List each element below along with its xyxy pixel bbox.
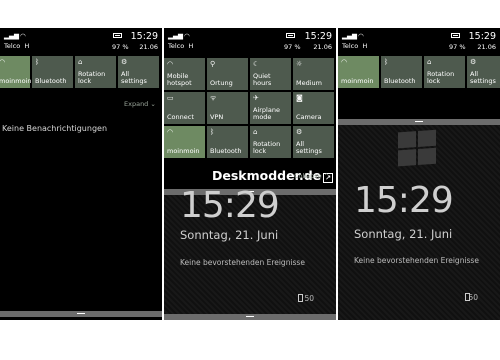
wifi-status-icon: ◠ [20,32,26,40]
no-notifications-text: Keine Benachrichtigungen [2,124,108,133]
action-center-lock: ▂▄▆ Telco H ◠ 15:29 97 % 21.06 ◠ moinmoi… [338,28,500,320]
battery-icon [298,294,303,302]
vpn-icon: ᯤ [210,94,217,102]
lock-battery: 50 [468,293,478,302]
signal-icon: ▂▄▆ [4,32,19,40]
tile-quiet-hours[interactable]: ☾ Quiet hours [250,58,291,90]
status-bar: ▂▄▆ Telco H ◠ 15:29 97 % 21.06 [164,28,336,54]
wifi-status-icon: ◠ [184,32,190,40]
action-center-collapsed: ▂▄▆ Telco H ◠ 15:29 97 % 21.06 ◠ moinmoi… [0,28,162,320]
clock: 15:29 [468,31,496,42]
battery-icon [113,33,122,38]
tile-rotation-lock[interactable]: ⌂ Rotation lock [424,56,465,88]
tile-bluetooth[interactable]: ᛒ Bluetooth [207,126,248,158]
airplane-icon: ✈ [253,94,259,102]
wifi-icon: ◠ [0,58,6,66]
camera-icon: ◙ [296,94,303,102]
tile-bluetooth[interactable]: ᛒ Bluetooth [32,56,73,88]
clock: 15:29 [304,31,332,42]
tile-mobile-hotspot[interactable]: ◠ Mobile hotspot [164,58,205,90]
tile-bluetooth[interactable]: ᛒ Bluetooth [381,56,422,88]
status-bar: ▂▄▆ Telco H ◠ 15:29 97 % 21.06 [0,28,162,54]
gear-icon: ⚙ [121,58,128,66]
tile-connect[interactable]: ▭ Connect [164,92,205,124]
battery-percent: 97 % [112,43,129,51]
chevron-down-icon: ⌄ [150,100,156,108]
lock-time: 15:29 [354,180,454,221]
battery-percent: 97 % [449,43,466,51]
battery-percent: 97 % [284,43,301,51]
clock: 15:29 [130,31,158,42]
chevron-up-icon: ⌃ [323,172,330,180]
lock-time: 15:29 [180,185,280,226]
lock-events: Keine bevorstehenden Ereignisse [354,256,479,265]
lock-day: Sonntag, 21. Juni [354,227,453,241]
lock-battery: 50 [304,294,314,303]
rotation-lock-icon: ⌂ [427,58,432,66]
wifi-icon: ◠ [167,128,174,136]
drag-handle[interactable] [164,314,336,320]
tile-wifi[interactable]: ◠ moinmoin [338,56,379,88]
action-center-expanded: ▂▄▆ Telco H ◠ 15:29 97 % 21.06 ◠ Mobile … [164,28,336,320]
lock-screen-preview: 15:29 Sonntag, 21. Juni Keine bevorstehe… [338,125,500,320]
lock-events: Keine bevorstehenden Ereignisse [180,258,305,267]
lock-day: Sonntag, 21. Juni [180,228,279,242]
rotation-lock-icon: ⌂ [253,128,258,136]
gear-icon: ⚙ [470,58,477,66]
tile-all-settings[interactable]: ⚙ All settings [293,126,334,158]
drag-handle[interactable] [0,311,162,317]
carrier-label: Telco H [168,42,194,50]
hotspot-icon: ◠ [167,60,174,68]
date: 21.06 [139,43,158,51]
wifi-status-icon: ◠ [358,32,364,40]
date: 21.06 [477,43,496,51]
tile-location[interactable]: ⚲ Ortung [207,58,248,90]
expand-button[interactable]: Expand ⌄ [124,100,156,108]
battery-icon [451,33,460,38]
collapse-button[interactable]: Collapse ⌃ [294,172,329,180]
tile-camera[interactable]: ◙ Camera [293,92,334,124]
gear-icon: ⚙ [296,128,303,136]
connect-icon: ▭ [167,94,174,102]
carrier-label: Telco H [4,42,30,50]
tile-airplane-mode[interactable]: ✈ Airplane mode [250,92,291,124]
tile-brightness[interactable]: ☼ Medium [293,58,334,90]
moon-icon: ☾ [253,60,260,68]
rotation-lock-icon: ⌂ [78,58,83,66]
tile-wifi[interactable]: ◠ moinmoin [164,126,205,158]
status-bar: ▂▄▆ Telco H ◠ 15:29 97 % 21.06 [338,28,500,54]
bluetooth-icon: ᛒ [210,128,215,136]
signal-icon: ▂▄▆ [342,32,357,40]
location-icon: ⚲ [210,60,216,68]
carrier-label: Telco H [342,42,368,50]
brightness-icon: ☼ [296,60,303,68]
tile-all-settings[interactable]: ⚙ All settings [118,56,159,88]
tile-wifi[interactable]: ◠ moinmoin [0,56,31,88]
tile-rotation-lock[interactable]: ⌂ Rotation lock [75,56,116,88]
signal-icon: ▂▄▆ [168,32,183,40]
battery-icon [286,33,295,38]
wifi-icon: ◠ [341,58,348,66]
tile-rotation-lock[interactable]: ⌂ Rotation lock [250,126,291,158]
bluetooth-icon: ᛒ [384,58,389,66]
tile-all-settings[interactable]: ⚙ All settings [467,56,500,88]
tile-vpn[interactable]: ᯤ VPN [207,92,248,124]
lock-screen-preview: 15:29 Sonntag, 21. Juni Keine bevorstehe… [164,185,336,320]
windows-logo-icon [398,129,438,169]
date: 21.06 [313,43,332,51]
bluetooth-icon: ᛒ [35,58,40,66]
